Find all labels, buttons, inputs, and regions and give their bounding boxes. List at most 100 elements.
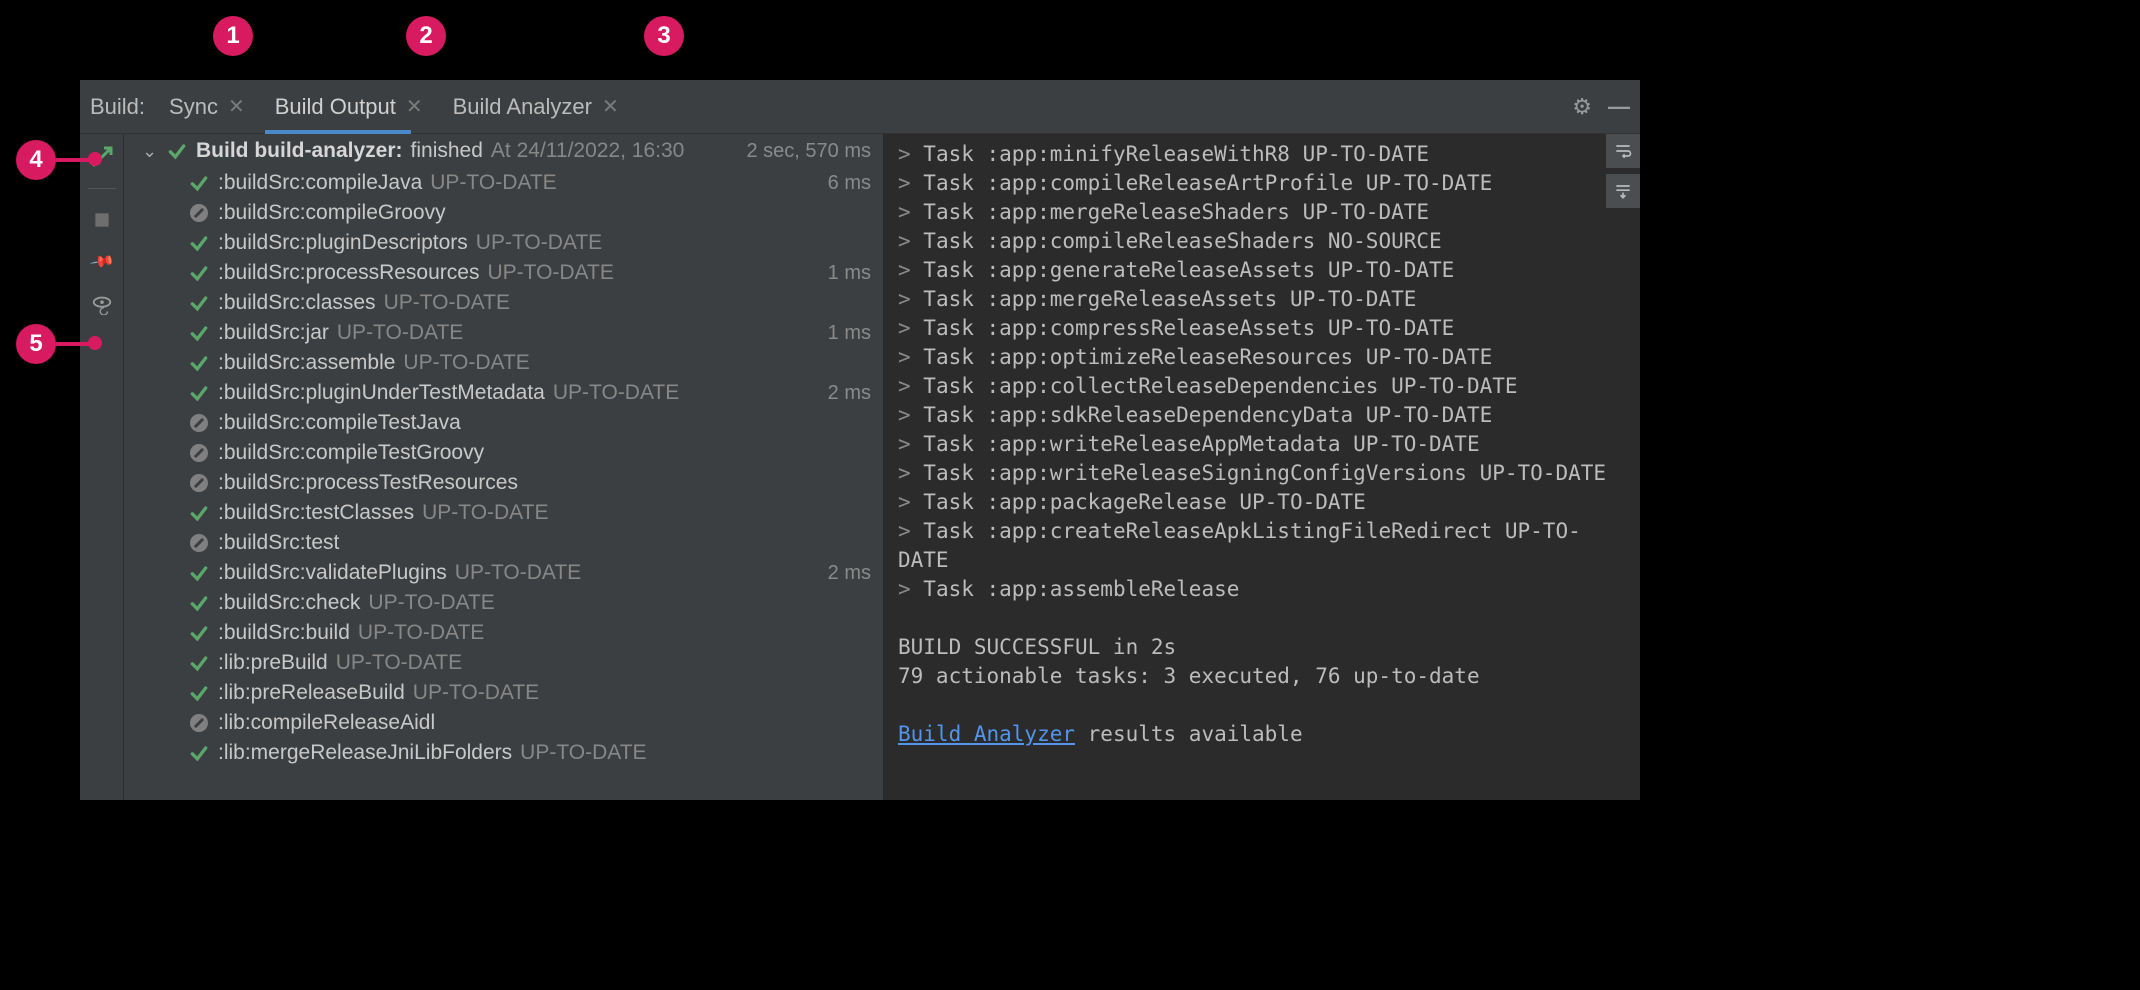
check-icon (186, 683, 212, 703)
task-time: 1 ms (828, 262, 871, 285)
task-name: :buildSrc:pluginDescriptors (218, 231, 468, 255)
build-tabbar: Build: Sync ✕ Build Output ✕ Build Analy… (80, 80, 1640, 134)
close-icon[interactable]: ✕ (602, 94, 619, 119)
task-name: :buildSrc:validatePlugins (218, 561, 447, 585)
rebuild-icon[interactable] (87, 142, 117, 172)
task-time: 2 ms (828, 382, 871, 405)
task-row[interactable]: :lib:mergeReleaseJniLibFolders UP-TO-DATE (124, 738, 883, 768)
task-row[interactable]: :buildSrc:compileJava UP-TO-DATE 6 ms (124, 168, 883, 198)
task-name: :buildSrc:build (218, 621, 350, 645)
chevron-down-icon[interactable]: ⌄ (142, 141, 164, 162)
build-analyzer-link[interactable]: Build Analyzer (898, 722, 1075, 746)
task-row[interactable]: :buildSrc:compileGroovy (124, 198, 883, 228)
build-root-title: Build build-analyzer: (196, 139, 403, 163)
task-row[interactable]: :buildSrc:buildUP-TO-DATE (124, 618, 883, 648)
minimize-icon[interactable]: — (1608, 94, 1630, 120)
check-icon (186, 353, 212, 373)
check-icon (186, 623, 212, 643)
task-row[interactable]: :lib:compileReleaseAidl (124, 708, 883, 738)
check-icon (186, 323, 212, 343)
console-line: > Task :app:sdkReleaseDependencyData UP-… (898, 401, 1626, 430)
task-row[interactable]: :lib:preReleaseBuildUP-TO-DATE (124, 678, 883, 708)
callout-badge-4: 4 (16, 140, 56, 180)
eye-restart-icon[interactable] (87, 289, 117, 319)
build-root-row[interactable]: ⌄ Build build-analyzer: finished At 24/1… (124, 134, 883, 168)
task-name: :buildSrc:jar (218, 321, 329, 345)
task-time: 6 ms (828, 172, 871, 195)
tab-build-output[interactable]: Build Output ✕ (265, 80, 433, 133)
skip-icon (186, 714, 212, 732)
check-icon (186, 173, 212, 193)
build-gutter: 📌 (80, 134, 124, 800)
task-row[interactable]: :buildSrc:testClasses UP-TO-DATE (124, 498, 883, 528)
task-state: UP-TO-DATE (430, 171, 556, 195)
callout-badge-5: 5 (16, 324, 56, 364)
task-name: :buildSrc:assemble (218, 351, 395, 375)
task-state: UP-TO-DATE (337, 321, 463, 345)
task-row[interactable]: :buildSrc:jarUP-TO-DATE1 ms (124, 318, 883, 348)
task-row[interactable]: :buildSrc:validatePlugins UP-TO-DATE 2 ms (124, 558, 883, 588)
build-console[interactable]: > Task :app:minifyReleaseWithR8 UP-TO-DA… (884, 134, 1640, 800)
pin-icon[interactable]: 📌 (81, 241, 123, 283)
check-icon (186, 503, 212, 523)
tab-build-analyzer[interactable]: Build Analyzer ✕ (443, 80, 629, 133)
console-side-tools (1606, 134, 1640, 208)
task-row[interactable]: :buildSrc:processResourcesUP-TO-DATE1 ms (124, 258, 883, 288)
callout-badge-3: 3 (644, 16, 684, 56)
skip-icon (186, 444, 212, 462)
task-row[interactable]: :buildSrc:classesUP-TO-DATE (124, 288, 883, 318)
task-row[interactable]: :buildSrc:compileTestJava (124, 408, 883, 438)
task-state: UP-TO-DATE (553, 381, 679, 405)
console-line: > Task :app:compileReleaseShaders NO-SOU… (898, 227, 1626, 256)
task-name: :buildSrc:compileJava (218, 171, 422, 195)
check-icon (186, 563, 212, 583)
console-line: > Task :app:assembleRelease (898, 575, 1626, 604)
tab-build-analyzer-label: Build Analyzer (453, 94, 592, 120)
task-state: UP-TO-DATE (455, 561, 581, 585)
console-summary-1: BUILD SUCCESSFUL in 2s (898, 633, 1626, 662)
console-line: > Task :app:compressReleaseAssets UP-TO-… (898, 314, 1626, 343)
task-row[interactable]: :buildSrc:pluginDescriptors UP-TO-DATE (124, 228, 883, 258)
task-name: :lib:mergeReleaseJniLibFolders (218, 741, 512, 765)
skip-icon (186, 414, 212, 432)
console-line: > Task :app:generateReleaseAssets UP-TO-… (898, 256, 1626, 285)
check-icon (164, 141, 190, 161)
stop-icon[interactable] (87, 205, 117, 235)
check-icon (186, 593, 212, 613)
close-icon[interactable]: ✕ (228, 94, 245, 119)
skip-icon (186, 474, 212, 492)
console-line: > Task :app:mergeReleaseShaders UP-TO-DA… (898, 198, 1626, 227)
task-row[interactable]: :buildSrc:test (124, 528, 883, 558)
task-name: :buildSrc:testClasses (218, 501, 414, 525)
console-line: > Task :app:mergeReleaseAssets UP-TO-DAT… (898, 285, 1626, 314)
scroll-to-end-icon[interactable] (1606, 174, 1640, 208)
task-row[interactable]: :buildSrc:assemble UP-TO-DATE (124, 348, 883, 378)
skip-icon (186, 204, 212, 222)
tab-sync-label: Sync (169, 94, 218, 120)
check-icon (186, 293, 212, 313)
check-icon (186, 233, 212, 253)
gear-icon[interactable]: ⚙ (1572, 94, 1592, 120)
task-state: UP-TO-DATE (520, 741, 646, 765)
task-time: 2 ms (828, 562, 871, 585)
console-line: > Task :app:collectReleaseDependencies U… (898, 372, 1626, 401)
task-row[interactable]: :lib:preBuildUP-TO-DATE (124, 648, 883, 678)
task-state: UP-TO-DATE (403, 351, 529, 375)
console-link-suffix: results available (1075, 722, 1303, 746)
console-line: > Task :app:optimizeReleaseResources UP-… (898, 343, 1626, 372)
task-row[interactable]: :buildSrc:checkUP-TO-DATE (124, 588, 883, 618)
task-name: :buildSrc:pluginUnderTestMetadata (218, 381, 545, 405)
task-state: UP-TO-DATE (422, 501, 548, 525)
task-row[interactable]: :buildSrc:compileTestGroovy (124, 438, 883, 468)
task-name: :buildSrc:test (218, 531, 339, 555)
task-state: UP-TO-DATE (368, 591, 494, 615)
task-state: UP-TO-DATE (476, 231, 602, 255)
close-icon[interactable]: ✕ (406, 94, 423, 119)
task-row[interactable]: :buildSrc:processTestResources (124, 468, 883, 498)
task-state: UP-TO-DATE (336, 651, 462, 675)
task-row[interactable]: :buildSrc:pluginUnderTestMetadata UP-TO-D… (124, 378, 883, 408)
tab-sync[interactable]: Sync ✕ (159, 80, 255, 133)
build-task-tree[interactable]: ⌄ Build build-analyzer: finished At 24/1… (124, 134, 884, 800)
soft-wrap-icon[interactable] (1606, 134, 1640, 168)
divider (88, 188, 116, 189)
